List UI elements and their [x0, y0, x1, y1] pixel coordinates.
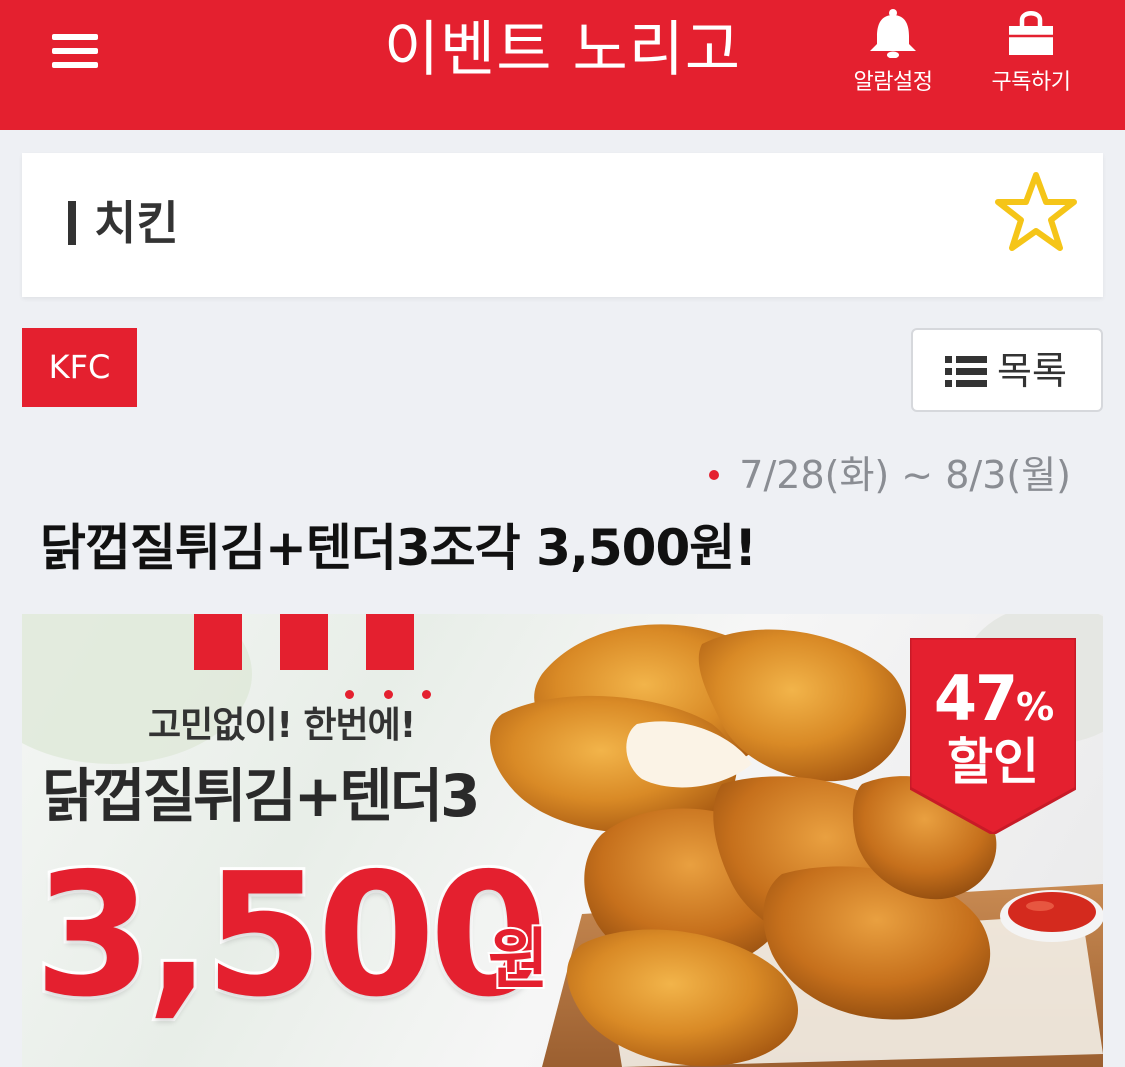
- app-title: 이벤트 노리고: [383, 15, 742, 85]
- banner-currency: 원: [486, 919, 551, 1000]
- subscribe-label: 구독하기: [991, 70, 1071, 95]
- discount-label: 할인: [947, 733, 1039, 791]
- date-bullet-icon: [709, 469, 720, 480]
- app-header: 이벤트 노리고 알람설정 구독하기: [0, 0, 1125, 130]
- event-date-row: 7/28(화) ~ 8/3(월): [709, 448, 1071, 502]
- list-button-label: 목록: [997, 349, 1067, 393]
- event-title: 닭껍질튀김+텐더3조각 3,500원!: [40, 519, 757, 577]
- hamburger-menu-icon[interactable]: [52, 34, 104, 74]
- banner-price: 3,500: [31, 834, 551, 1038]
- discount-badge: 47% 할인: [908, 636, 1078, 836]
- emphasis-dot: [384, 690, 393, 699]
- subscribe-button[interactable]: 구독하기: [976, 8, 1086, 96]
- event-date-range: 7/28(화) ~ 8/3(월): [739, 453, 1071, 497]
- list-icon: [945, 356, 987, 387]
- favorite-star-icon[interactable]: [992, 169, 1080, 255]
- bell-icon: [870, 9, 916, 58]
- emphasis-dot: [422, 690, 431, 699]
- category-marker: [68, 201, 76, 245]
- list-button[interactable]: 목록: [911, 328, 1103, 412]
- shopping-bag-icon: [1009, 11, 1053, 55]
- category-title: 치킨: [94, 196, 179, 250]
- discount-percent: 47%: [933, 662, 1054, 735]
- banner-subtitle: 고민없이! 한번에!: [148, 705, 416, 746]
- category-card: 치킨: [22, 153, 1103, 297]
- brand-badge[interactable]: KFC: [22, 328, 137, 407]
- alarm-settings-label: 알람설정: [853, 70, 933, 95]
- emphasis-dot: [345, 690, 354, 699]
- banner-product-name: 닭껍질튀김+텐더3: [42, 762, 480, 830]
- alarm-settings-button[interactable]: 알람설정: [838, 8, 948, 96]
- event-banner-image[interactable]: 고민없이! 한번에! 닭껍질튀김+텐더3 3,500 원 47% 할인: [22, 614, 1103, 1067]
